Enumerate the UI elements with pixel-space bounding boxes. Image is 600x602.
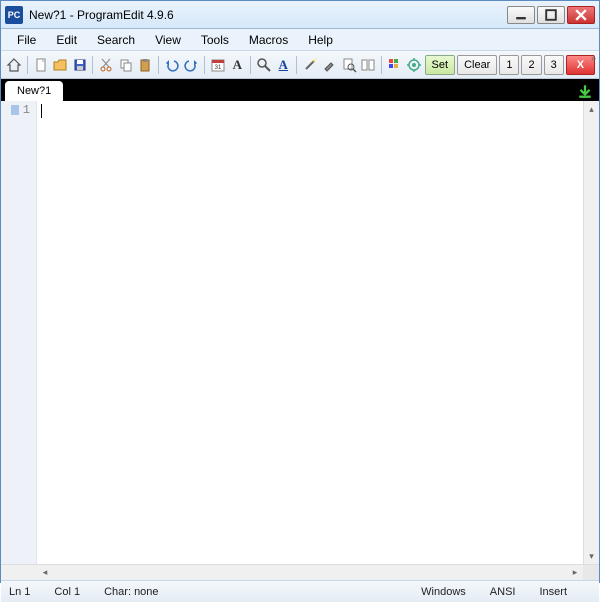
line-marker-icon [11,105,19,115]
color-grid-icon[interactable] [385,55,404,75]
copy-icon[interactable] [117,55,136,75]
date-icon[interactable]: 31 [208,55,227,75]
menu-view[interactable]: View [145,31,191,49]
toolbar-bookmarks: Set Clear 1 2 3 X [425,55,596,75]
scroll-grip [583,565,599,580]
close-button[interactable] [567,6,595,24]
status-encoding: ANSI [490,586,516,598]
text-cursor [41,104,42,118]
line-gutter: 1 [1,101,37,564]
minimize-button[interactable] [507,6,535,24]
menu-macros[interactable]: Macros [239,31,298,49]
scroll-corner [1,565,37,580]
separator [381,56,383,74]
window-title: New?1 - ProgramEdit 4.9.6 [29,8,507,22]
scroll-left-icon[interactable]: ◂ [37,567,53,578]
separator [296,56,298,74]
menu-bar: File Edit Search View Tools Macros Help [1,29,599,51]
status-os: Windows [421,586,466,598]
redo-icon[interactable] [182,55,201,75]
app-icon: PC [5,6,23,24]
menu-edit[interactable]: Edit [46,31,87,49]
font-icon[interactable]: A [228,55,247,75]
separator [27,56,29,74]
editor-area: 1 ▴ ▾ [1,101,599,564]
status-mode: Insert [539,586,567,598]
line-number: 1 [23,103,30,117]
maximize-button[interactable] [537,6,565,24]
bookmark-1-button[interactable]: 1 [499,55,519,75]
status-char: Char: none [104,586,158,598]
bookmark-3-button[interactable]: 3 [544,55,564,75]
svg-text:31: 31 [214,65,221,71]
zoom-icon[interactable] [254,55,273,75]
cut-icon[interactable] [97,55,116,75]
toolbar-overflow-icon[interactable]: » [591,53,596,63]
separator [158,56,160,74]
horizontal-scrollbar[interactable]: ◂ ▸ [1,564,599,580]
menu-file[interactable]: File [7,31,46,49]
scroll-right-icon[interactable]: ▸ [567,567,583,578]
new-file-icon[interactable] [31,55,50,75]
status-line: Ln 1 [9,586,30,598]
highlight-icon[interactable]: A [274,55,293,75]
toolbar: 31 A A Set Clear 1 2 3 X [1,51,599,79]
menu-search[interactable]: Search [87,31,145,49]
home-icon[interactable] [5,55,24,75]
hscroll-track[interactable]: ◂ ▸ [37,565,583,580]
tab-bar: New?1 [1,79,599,101]
separator [92,56,94,74]
save-icon[interactable] [71,55,90,75]
bookmark-2-button[interactable]: 2 [521,55,541,75]
undo-icon[interactable] [162,55,181,75]
menu-tools[interactable]: Tools [191,31,239,49]
find-in-files-icon[interactable] [340,55,359,75]
text-editor[interactable] [37,101,599,564]
open-file-icon[interactable] [51,55,70,75]
status-col: Col 1 [54,586,80,598]
compare-icon[interactable] [359,55,378,75]
separator [250,56,252,74]
settings-icon[interactable] [405,55,424,75]
bookmark-set-button[interactable]: Set [425,55,456,75]
tab-active[interactable]: New?1 [5,81,63,101]
bookmark-clear-button[interactable]: Clear [457,55,497,75]
wand-icon[interactable] [300,55,319,75]
scroll-down-icon[interactable]: ▾ [584,548,599,564]
status-bar: Ln 1 Col 1 Char: none Windows ANSI Inser… [1,580,599,602]
title-bar: PC New?1 - ProgramEdit 4.9.6 [1,1,599,29]
scroll-up-icon[interactable]: ▴ [584,101,599,117]
separator [204,56,206,74]
download-icon[interactable] [577,83,593,102]
tool-icon[interactable] [320,55,339,75]
paste-icon[interactable] [136,55,155,75]
vertical-scrollbar[interactable]: ▴ ▾ [583,101,599,564]
menu-help[interactable]: Help [298,31,343,49]
window-controls [507,6,595,24]
